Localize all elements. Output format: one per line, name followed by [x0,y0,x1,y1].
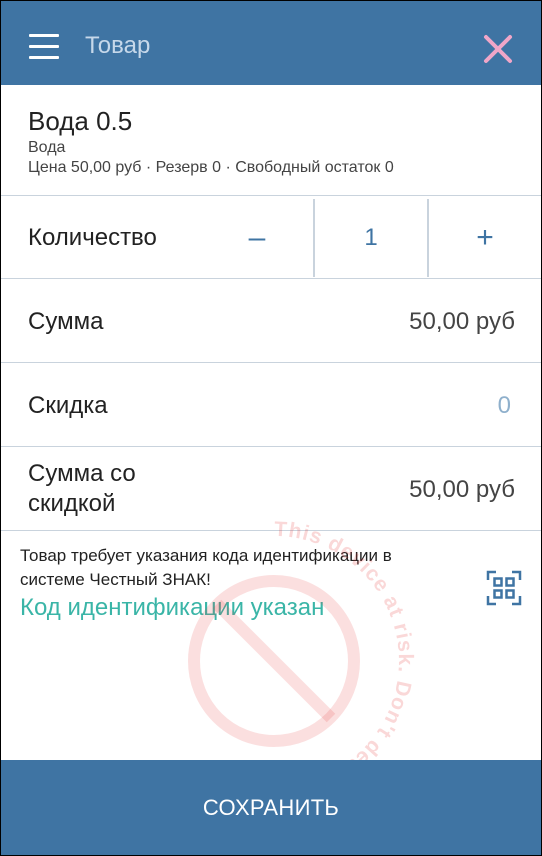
divider [1,278,541,279]
sum-discounted-value: 50,00 руб [409,476,515,503]
increment-button[interactable]: + [429,197,541,279]
quantity-value[interactable]: 1 [315,197,427,279]
qr-scan-icon[interactable] [486,570,522,606]
product-name: Вода 0.5 [28,106,133,136]
divider [1,362,541,363]
divider [1,530,541,531]
quantity-label: Количество [28,224,157,251]
sum-label: Сумма [28,308,104,335]
divider [1,195,541,196]
decrement-button[interactable]: – [201,197,313,279]
sum-value: 50,00 руб [409,308,515,335]
page-title: Товар [85,32,151,59]
sum-discounted-label-line1: Сумма со [28,460,136,487]
sum-discounted-label: Сумма со скидкой [28,459,136,519]
product-info: Цена 50,00 руб · Резерв 0 · Свободный ос… [28,159,394,176]
close-icon[interactable] [481,32,515,66]
discount-label: Скидка [28,392,108,419]
product-card: Вода 0.5 Вода Цена 50,00 руб · Резерв 0 … [1,85,541,195]
sum-discounted-label-line2: скидкой [28,490,116,517]
screen: Товар Вода 0.5 Вода Цена 50,00 руб · Рез… [1,1,541,855]
discount-input[interactable]: 0 [498,391,511,421]
hamburger-icon[interactable] [29,34,59,60]
divider [1,446,541,447]
app-bar: Товар [1,1,541,85]
marking-notice: Товар требует указания кода идентификаци… [20,546,392,589]
save-button[interactable]: СОХРАНИТЬ [1,760,541,855]
marking-status-link[interactable]: Код идентификации указан [20,593,324,623]
product-category: Вода [28,139,66,156]
